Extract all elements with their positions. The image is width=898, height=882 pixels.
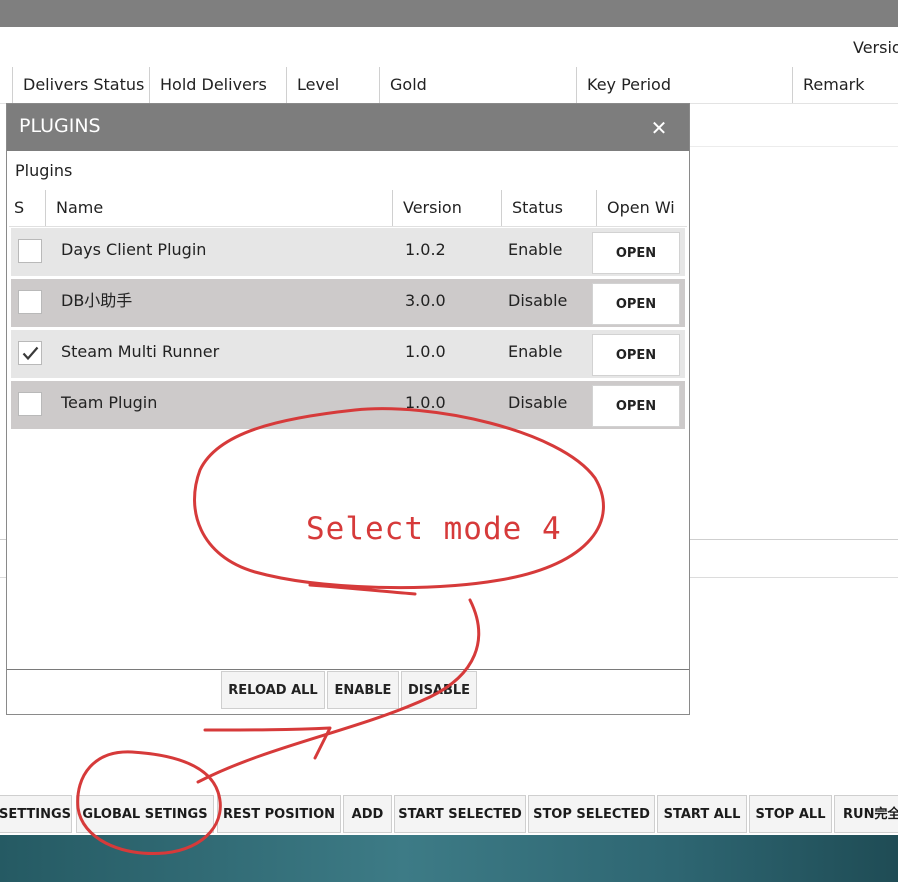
check-icon (22, 346, 39, 361)
plugin-version: 1.0.2 (405, 240, 446, 259)
col-key-period[interactable]: Key Period (576, 67, 792, 103)
plugin-status: Disable (508, 393, 568, 412)
reload-all-button[interactable]: RELOAD ALL (221, 671, 325, 709)
col-status[interactable]: Status (501, 190, 596, 226)
list-bottom-border (7, 669, 689, 670)
plugin-version: 3.0.0 (405, 291, 446, 310)
desktop-background (0, 835, 898, 882)
plugin-checkbox[interactable] (18, 290, 42, 314)
main-table-row-line (690, 146, 898, 147)
col-name[interactable]: Name (45, 190, 392, 226)
global-settings-button[interactable]: GLOBAL SETINGS (76, 795, 214, 833)
add-button[interactable]: ADD (343, 795, 392, 833)
plugins-dialog: PLUGINS ✕ Plugins S Name Version Status … (6, 103, 690, 715)
dialog-title-bar: PLUGINS ✕ (7, 104, 689, 151)
plugin-name: DB小助手 (61, 291, 133, 310)
col-version[interactable]: Version (392, 190, 501, 226)
plugin-name: Team Plugin (61, 393, 158, 412)
run-button[interactable]: RUN完全 (834, 795, 898, 833)
col-remark[interactable]: Remark (792, 67, 898, 103)
dialog-title: PLUGINS (19, 115, 101, 137)
col-select[interactable]: S (9, 190, 45, 226)
version-column-header: Versio (853, 38, 898, 57)
start-selected-button[interactable]: START SELECTED (394, 795, 526, 833)
plugin-row[interactable]: DB小助手 3.0.0 Disable OPEN (11, 279, 685, 327)
plugin-status: Enable (508, 240, 563, 259)
plugin-row[interactable]: Days Client Plugin 1.0.2 Enable OPEN (11, 228, 685, 276)
open-button[interactable]: OPEN (592, 232, 680, 274)
col-delivers-status[interactable]: Delivers Status (12, 67, 149, 103)
col-hold-delivers[interactable]: Hold Delivers (149, 67, 286, 103)
main-table-header: Delivers Status Hold Delivers Level Gold… (0, 67, 898, 104)
start-all-button[interactable]: START ALL (657, 795, 747, 833)
plugin-checkbox[interactable] (18, 341, 42, 365)
rest-position-button[interactable]: REST POSITION (217, 795, 341, 833)
bottom-toolbar: SETTINGS GLOBAL SETINGS REST POSITION AD… (0, 795, 898, 835)
close-icon[interactable]: ✕ (647, 116, 671, 140)
plugins-section-label: Plugins (15, 161, 73, 180)
plugin-row[interactable]: Steam Multi Runner 1.0.0 Enable OPEN (11, 330, 685, 378)
enable-button[interactable]: ENABLE (327, 671, 399, 709)
col-open-window[interactable]: Open Wi (596, 190, 687, 226)
open-button[interactable]: OPEN (592, 334, 680, 376)
plugin-name: Days Client Plugin (61, 240, 207, 259)
plugin-checkbox[interactable] (18, 392, 42, 416)
disable-button[interactable]: DISABLE (401, 671, 477, 709)
plugin-version: 1.0.0 (405, 342, 446, 361)
plugin-status: Enable (508, 342, 563, 361)
open-button[interactable]: OPEN (592, 283, 680, 325)
plugin-name: Steam Multi Runner (61, 342, 220, 361)
annotation-text: Select mode 4 (306, 511, 562, 547)
plugins-table-header: S Name Version Status Open Wi (9, 190, 687, 227)
plugin-version: 1.0.0 (405, 393, 446, 412)
plugin-row[interactable]: Team Plugin 1.0.0 Disable OPEN (11, 381, 685, 429)
open-button[interactable]: OPEN (592, 385, 680, 427)
plugin-checkbox[interactable] (18, 239, 42, 263)
plugin-status: Disable (508, 291, 568, 310)
stop-selected-button[interactable]: STOP SELECTED (528, 795, 655, 833)
stop-all-button[interactable]: STOP ALL (749, 795, 832, 833)
col-gold[interactable]: Gold (379, 67, 576, 103)
col-level[interactable]: Level (286, 67, 379, 103)
settings-button[interactable]: SETTINGS (0, 795, 72, 833)
window-title-bar (0, 0, 898, 27)
